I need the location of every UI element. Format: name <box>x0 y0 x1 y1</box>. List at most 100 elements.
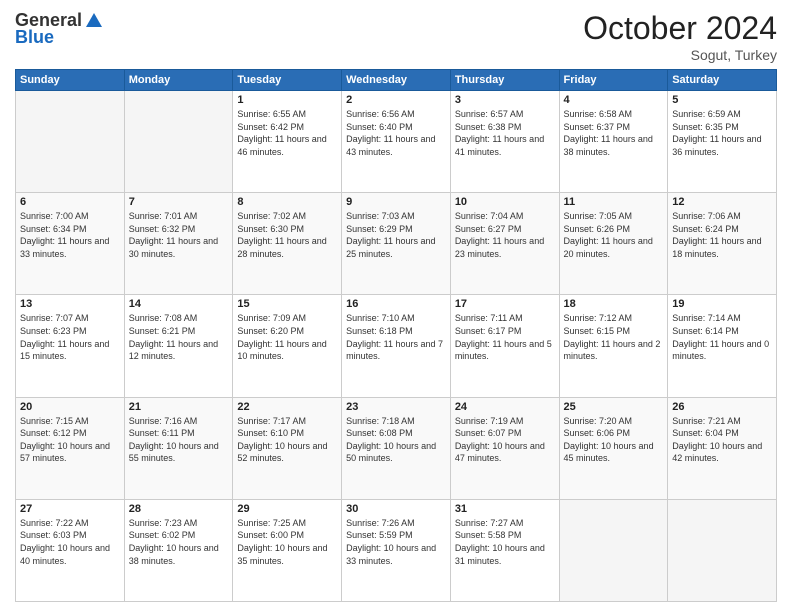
header: General Blue October 2024 Sogut, Turkey <box>15 10 777 63</box>
day-info: Sunrise: 7:04 AM Sunset: 6:27 PM Dayligh… <box>455 210 555 260</box>
calendar-cell: 24Sunrise: 7:19 AM Sunset: 6:07 PM Dayli… <box>450 397 559 499</box>
day-number: 3 <box>455 94 555 106</box>
calendar-cell: 3 Sunrise: 6:57 AM Sunset: 6:38 PM Daylig… <box>450 91 559 193</box>
day-info: Sunrise: 7:25 AM Sunset: 6:00 PM Dayligh… <box>237 517 337 567</box>
calendar-cell: 29Sunrise: 7:25 AM Sunset: 6:00 PM Dayli… <box>233 499 342 601</box>
weekday-header-wednesday: Wednesday <box>342 70 451 91</box>
day-info: Sunrise: 6:58 AM Sunset: 6:37 PM Dayligh… <box>564 108 664 158</box>
calendar-cell: 15 Sunrise: 7:09 AM Sunset: 6:20 PM Dayli… <box>233 295 342 397</box>
calendar-week-2: 6Sunrise: 7:00 AM Sunset: 6:34 PM Daylig… <box>16 193 777 295</box>
day-info: Sunrise: 7:02 AM Sunset: 6:30 PM Dayligh… <box>237 210 337 260</box>
calendar-cell: 2 Sunrise: 6:56 AM Sunset: 6:40 PM Daylig… <box>342 91 451 193</box>
calendar-cell: 22 Sunrise: 7:17 AM Sunset: 6:10 PM Dayli… <box>233 397 342 499</box>
day-number: 5 <box>672 94 772 106</box>
day-number: 26 <box>672 401 772 413</box>
day-number: 9 <box>346 196 446 208</box>
day-info: Sunrise: 7:27 AM Sunset: 5:58 PM Dayligh… <box>455 517 555 567</box>
day-info: Sunrise: 7:16 AM Sunset: 6:11 PM Dayligh… <box>129 415 229 465</box>
calendar-cell: 5 Sunrise: 6:59 AM Sunset: 6:35 PM Daylig… <box>668 91 777 193</box>
page: General Blue October 2024 Sogut, Turkey … <box>0 0 792 612</box>
day-number: 23 <box>346 401 446 413</box>
day-number: 24 <box>455 401 555 413</box>
calendar-cell: 17 Sunrise: 7:11 AM Sunset: 6:17 PM Dayli… <box>450 295 559 397</box>
weekday-header-thursday: Thursday <box>450 70 559 91</box>
title-section: October 2024 Sogut, Turkey <box>583 10 777 63</box>
calendar-cell: 8 Sunrise: 7:02 AM Sunset: 6:30 PM Daylig… <box>233 193 342 295</box>
day-info: Sunrise: 6:56 AM Sunset: 6:40 PM Dayligh… <box>346 108 446 158</box>
weekday-header-saturday: Saturday <box>668 70 777 91</box>
location: Sogut, Turkey <box>583 47 777 63</box>
calendar-week-5: 27 Sunrise: 7:22 AM Sunset: 6:03 PM Dayli… <box>16 499 777 601</box>
day-number: 17 <box>455 298 555 310</box>
weekday-header-sunday: Sunday <box>16 70 125 91</box>
day-info: Sunrise: 7:12 AM Sunset: 6:15 PM Dayligh… <box>564 312 664 362</box>
calendar-cell: 26Sunrise: 7:21 AM Sunset: 6:04 PM Dayli… <box>668 397 777 499</box>
calendar-cell: 19 Sunrise: 7:14 AM Sunset: 6:14 PM Dayli… <box>668 295 777 397</box>
calendar-cell: 28Sunrise: 7:23 AM Sunset: 6:02 PM Dayli… <box>124 499 233 601</box>
calendar-cell: 1Sunrise: 6:55 AM Sunset: 6:42 PM Daylig… <box>233 91 342 193</box>
calendar-cell: 12Sunrise: 7:06 AM Sunset: 6:24 PM Dayli… <box>668 193 777 295</box>
day-number: 11 <box>564 196 664 208</box>
calendar-cell: 13Sunrise: 7:07 AM Sunset: 6:23 PM Dayli… <box>16 295 125 397</box>
calendar-cell: 27 Sunrise: 7:22 AM Sunset: 6:03 PM Dayli… <box>16 499 125 601</box>
day-number: 18 <box>564 298 664 310</box>
day-info: Sunrise: 7:17 AM Sunset: 6:10 PM Dayligh… <box>237 415 337 465</box>
day-info: Sunrise: 7:01 AM Sunset: 6:32 PM Dayligh… <box>129 210 229 260</box>
weekday-header-tuesday: Tuesday <box>233 70 342 91</box>
day-number: 13 <box>20 298 120 310</box>
day-info: Sunrise: 7:22 AM Sunset: 6:03 PM Dayligh… <box>20 517 120 567</box>
day-number: 7 <box>129 196 229 208</box>
day-info: Sunrise: 7:06 AM Sunset: 6:24 PM Dayligh… <box>672 210 772 260</box>
day-number: 4 <box>564 94 664 106</box>
calendar-cell: 11Sunrise: 7:05 AM Sunset: 6:26 PM Dayli… <box>559 193 668 295</box>
calendar-cell: 9 Sunrise: 7:03 AM Sunset: 6:29 PM Daylig… <box>342 193 451 295</box>
day-info: Sunrise: 7:09 AM Sunset: 6:20 PM Dayligh… <box>237 312 337 362</box>
day-number: 16 <box>346 298 446 310</box>
day-number: 10 <box>455 196 555 208</box>
day-number: 2 <box>346 94 446 106</box>
day-info: Sunrise: 7:10 AM Sunset: 6:18 PM Dayligh… <box>346 312 446 362</box>
day-info: Sunrise: 7:03 AM Sunset: 6:29 PM Dayligh… <box>346 210 446 260</box>
day-number: 6 <box>20 196 120 208</box>
calendar-cell <box>559 499 668 601</box>
day-number: 8 <box>237 196 337 208</box>
calendar-cell: 21 Sunrise: 7:16 AM Sunset: 6:11 PM Dayli… <box>124 397 233 499</box>
day-number: 15 <box>237 298 337 310</box>
calendar-cell: 23 Sunrise: 7:18 AM Sunset: 6:08 PM Dayli… <box>342 397 451 499</box>
calendar-week-3: 13Sunrise: 7:07 AM Sunset: 6:23 PM Dayli… <box>16 295 777 397</box>
day-info: Sunrise: 7:14 AM Sunset: 6:14 PM Dayligh… <box>672 312 772 362</box>
month-title: October 2024 <box>583 10 777 47</box>
day-info: Sunrise: 7:23 AM Sunset: 6:02 PM Dayligh… <box>129 517 229 567</box>
day-info: Sunrise: 7:08 AM Sunset: 6:21 PM Dayligh… <box>129 312 229 362</box>
logo: General Blue <box>15 10 104 48</box>
day-number: 20 <box>20 401 120 413</box>
day-info: Sunrise: 6:55 AM Sunset: 6:42 PM Dayligh… <box>237 108 337 158</box>
day-number: 30 <box>346 503 446 515</box>
day-number: 19 <box>672 298 772 310</box>
day-info: Sunrise: 7:26 AM Sunset: 5:59 PM Dayligh… <box>346 517 446 567</box>
day-info: Sunrise: 6:57 AM Sunset: 6:38 PM Dayligh… <box>455 108 555 158</box>
calendar-cell <box>124 91 233 193</box>
day-number: 22 <box>237 401 337 413</box>
calendar-cell: 10 Sunrise: 7:04 AM Sunset: 6:27 PM Dayli… <box>450 193 559 295</box>
weekday-header-monday: Monday <box>124 70 233 91</box>
day-info: Sunrise: 7:11 AM Sunset: 6:17 PM Dayligh… <box>455 312 555 362</box>
day-info: Sunrise: 6:59 AM Sunset: 6:35 PM Dayligh… <box>672 108 772 158</box>
day-number: 21 <box>129 401 229 413</box>
day-number: 14 <box>129 298 229 310</box>
logo-blue-text: Blue <box>15 27 54 48</box>
calendar-cell: 16 Sunrise: 7:10 AM Sunset: 6:18 PM Dayli… <box>342 295 451 397</box>
calendar-cell: 7 Sunrise: 7:01 AM Sunset: 6:32 PM Daylig… <box>124 193 233 295</box>
calendar-cell: 31 Sunrise: 7:27 AM Sunset: 5:58 PM Dayli… <box>450 499 559 601</box>
calendar-cell <box>668 499 777 601</box>
calendar-cell: 25Sunrise: 7:20 AM Sunset: 6:06 PM Dayli… <box>559 397 668 499</box>
day-number: 27 <box>20 503 120 515</box>
calendar-cell: 6Sunrise: 7:00 AM Sunset: 6:34 PM Daylig… <box>16 193 125 295</box>
day-info: Sunrise: 7:18 AM Sunset: 6:08 PM Dayligh… <box>346 415 446 465</box>
calendar-cell: 18 Sunrise: 7:12 AM Sunset: 6:15 PM Dayli… <box>559 295 668 397</box>
calendar-week-1: 1Sunrise: 6:55 AM Sunset: 6:42 PM Daylig… <box>16 91 777 193</box>
day-number: 31 <box>455 503 555 515</box>
calendar-cell: 30 Sunrise: 7:26 AM Sunset: 5:59 PM Dayli… <box>342 499 451 601</box>
weekday-header-friday: Friday <box>559 70 668 91</box>
day-number: 25 <box>564 401 664 413</box>
